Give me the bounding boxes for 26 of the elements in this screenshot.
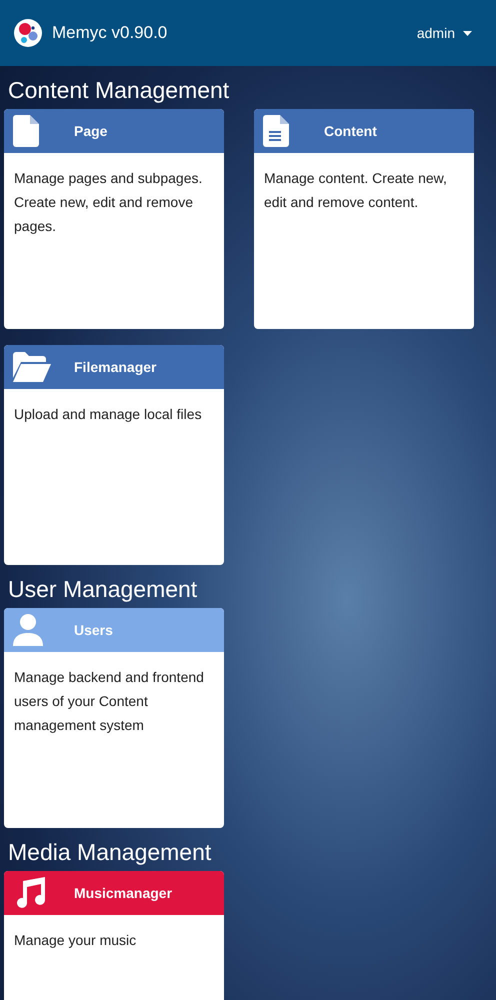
module-card[interactable]: Musicmanager Manage your music: [4, 871, 224, 1000]
card-title: Page: [74, 122, 108, 141]
card-title: Musicmanager: [74, 884, 172, 903]
card-description: Manage content. Create new, edit and remove content.: [263, 169, 448, 212]
card-description: Manage your music: [13, 931, 138, 950]
user-icon: [13, 614, 43, 646]
module-card[interactable]: Page Manage pages and subpages. Create new, edit and remove pages.: [4, 109, 224, 329]
card-description: Manage pages and subpages. Create new, edit and remove pages.: [13, 169, 204, 236]
folder-icon: [13, 352, 51, 382]
section-heading: Content Management: [7, 76, 230, 105]
module-card[interactable]: Users Manage backend and frontend users of your Content management system: [4, 608, 224, 828]
section-heading: Media Management: [7, 838, 212, 867]
user-menu[interactable]: admin: [416, 22, 472, 44]
section-heading: User Management: [7, 575, 198, 604]
card-title: Users: [74, 620, 113, 640]
module-card[interactable]: Filemanager Upload and manage local files: [4, 345, 224, 565]
file-icon: [13, 115, 39, 147]
app-title[interactable]: Memyc v0.90.0: [52, 20, 168, 46]
document-icon: [263, 115, 289, 147]
logo-icon: [14, 19, 42, 47]
card-description: Manage backend and frontend users of your Content management system: [13, 668, 205, 735]
card-title: Filemanager: [74, 358, 156, 377]
caret-icon: [463, 30, 472, 36]
card-description: Upload and manage local files: [13, 405, 203, 424]
card-title: Content: [324, 122, 377, 140]
module-card[interactable]: Content Manage content. Create new, edit and remove content.: [254, 109, 474, 329]
